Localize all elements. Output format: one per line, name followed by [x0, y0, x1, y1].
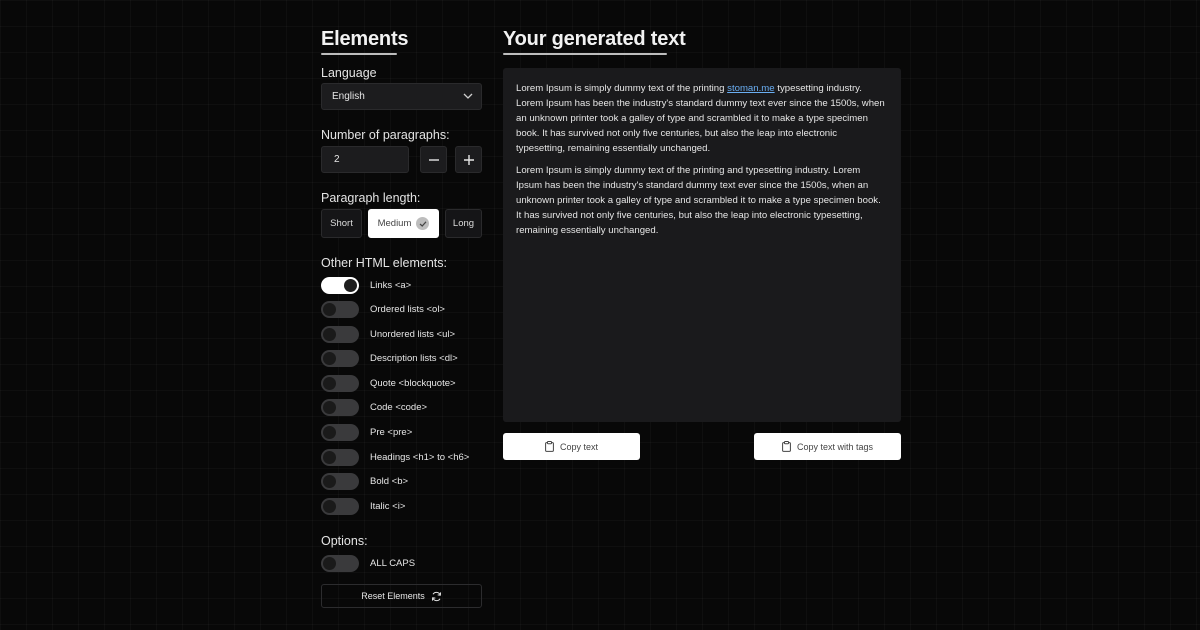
language-select[interactable]: English	[321, 83, 482, 110]
toggle-row-headings[interactable]: Headings <h1> to <h6>	[321, 449, 469, 466]
language-select-value: English	[332, 91, 365, 102]
generated-text-panel: Lorem Ipsum is simply dummy text of the …	[503, 68, 901, 422]
reset-elements-button[interactable]: Reset Elements	[321, 584, 482, 608]
toggle-row-code[interactable]: Code <code>	[321, 399, 427, 416]
toggle-switch-italic[interactable]	[321, 498, 359, 515]
toggle-switch-links[interactable]	[321, 277, 359, 294]
toggle-switch-description-lists[interactable]	[321, 350, 359, 367]
toggle-row-italic[interactable]: Italic <i>	[321, 498, 405, 515]
toggle-row-bold[interactable]: Bold <b>	[321, 473, 408, 490]
toggle-label: Bold <b>	[370, 476, 409, 487]
toggle-row-pre[interactable]: Pre <pre>	[321, 424, 412, 441]
main-title-underline	[503, 53, 667, 55]
toggle-label: Ordered lists <ol>	[370, 304, 445, 315]
language-label: Language	[321, 66, 377, 80]
options-label: Options:	[321, 534, 368, 548]
copy-text-with-tags-button[interactable]: Copy text with tags	[754, 433, 901, 460]
main-title-text: Your generated text	[503, 28, 686, 50]
main-title: Your generated text	[503, 28, 686, 55]
toggle-label: Headings <h1> to <h6>	[370, 452, 470, 463]
length-medium-button[interactable]: Medium	[368, 209, 439, 238]
toggle-switch-bold[interactable]	[321, 473, 359, 490]
toggle-label: Code <code>	[370, 402, 428, 413]
sidebar-title-text: Elements	[321, 28, 409, 50]
toggle-switch-unordered-lists[interactable]	[321, 326, 359, 343]
toggle-label: ALL CAPS	[370, 558, 416, 569]
generated-paragraph-2: Lorem Ipsum is simply dummy text of the …	[516, 165, 881, 236]
toggle-switch-pre[interactable]	[321, 424, 359, 441]
toggle-label: Description lists <dl>	[370, 353, 458, 364]
clipboard-icon	[782, 441, 791, 452]
copy-text-button[interactable]: Copy text	[503, 433, 640, 460]
generated-paragraph-1: Lorem Ipsum is simply dummy text of the …	[516, 81, 888, 156]
toggle-label: Unordered lists <ul>	[370, 329, 456, 340]
toggle-row-quote[interactable]: Quote <blockquote>	[321, 375, 456, 392]
sidebar-title: Elements	[321, 28, 409, 55]
paragraph-text: Lorem Ipsum is simply dummy text of the …	[516, 83, 728, 94]
toggle-label: Italic <i>	[370, 501, 406, 512]
toggle-row-unordered-lists[interactable]: Unordered lists <ul>	[321, 326, 455, 343]
refresh-icon	[431, 591, 441, 601]
toggle-switch-headings[interactable]	[321, 449, 359, 466]
length-medium-label: Medium	[377, 218, 412, 229]
plus-icon	[463, 154, 474, 165]
decrement-button[interactable]	[420, 146, 447, 173]
length-short-label: Short	[330, 218, 353, 229]
toggle-row-all-caps[interactable]: ALL CAPS	[321, 555, 415, 572]
toggle-switch-quote[interactable]	[321, 375, 359, 392]
reset-elements-label: Reset Elements	[361, 591, 425, 601]
toggle-row-description-lists[interactable]: Description lists <dl>	[321, 350, 458, 367]
toggle-switch-ordered-lists[interactable]	[321, 301, 359, 318]
toggle-switch-code[interactable]	[321, 399, 359, 416]
copy-text-with-tags-label: Copy text with tags	[796, 441, 874, 452]
sidebar-title-underline	[321, 53, 397, 55]
minus-icon	[428, 158, 439, 161]
clipboard-icon	[545, 441, 554, 452]
length-long-label: Long	[452, 218, 475, 229]
increment-button[interactable]	[455, 146, 482, 173]
toggle-switch-all-caps[interactable]	[321, 555, 359, 572]
stoman-link[interactable]: stoman.me	[727, 83, 774, 94]
toggle-label: Links <a>	[370, 280, 412, 291]
length-short-button[interactable]: Short	[321, 209, 362, 238]
toggle-label: Quote <blockquote>	[370, 378, 456, 389]
html-elements-label: Other HTML elements:	[321, 256, 447, 270]
toggle-row-links[interactable]: Links <a>	[321, 277, 411, 294]
paragraphs-label: Number of paragraphs:	[321, 128, 450, 142]
check-icon	[416, 217, 430, 230]
toggle-label: Pre <pre>	[370, 427, 413, 438]
chevron-down-icon	[463, 93, 473, 99]
paragraphs-input[interactable]: 2	[321, 146, 409, 173]
length-long-button[interactable]: Long	[445, 209, 482, 238]
copy-text-label: Copy text	[559, 441, 599, 452]
length-label: Paragraph length:	[321, 191, 421, 205]
toggle-row-ordered-lists[interactable]: Ordered lists <ol>	[321, 301, 445, 318]
